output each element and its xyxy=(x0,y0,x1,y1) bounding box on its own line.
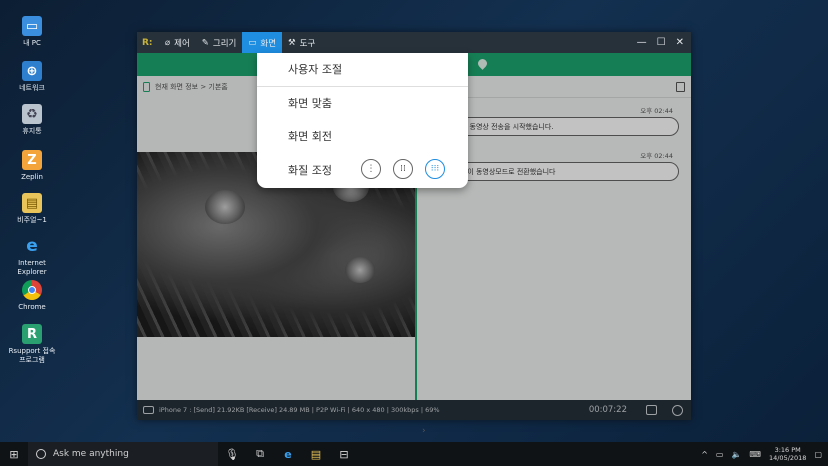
dots-low-icon: ⋮ xyxy=(366,164,376,174)
desktop-icon-folder[interactable]: ▤ 비주얼~1 xyxy=(6,193,58,225)
chat-message: 상담원이 동영상모드로 전환했습니다 xyxy=(437,162,679,181)
system-tray: ^ ▭ 🔈 ⌨ 3:16 PM 14/05/2018 ▢ xyxy=(701,446,828,462)
maximize-icon[interactable]: ☐ xyxy=(657,37,666,48)
desktop-icon-network[interactable]: ⊕ 네트워크 xyxy=(6,61,58,93)
menu-tools-label: 도구 xyxy=(299,38,316,49)
clock[interactable]: 3:16 PM 14/05/2018 xyxy=(769,446,806,462)
status-bar: iPhone 7 : [Send] 21.92KB [Receive] 24.8… xyxy=(137,400,691,420)
engine-cap xyxy=(205,190,245,224)
desktop-icon-chrome[interactable]: Chrome xyxy=(6,280,58,312)
menu-separator xyxy=(257,86,468,87)
close-icon[interactable]: ✕ xyxy=(676,37,684,48)
clock-time: 3:16 PM xyxy=(774,446,801,454)
chrome-icon xyxy=(22,280,42,300)
microphone-icon[interactable]: 🎙 xyxy=(218,442,246,466)
zeplin-icon: Z xyxy=(22,150,42,170)
location-pin-icon[interactable] xyxy=(476,57,489,70)
menu-item-user-adjust[interactable]: 사용자 조절 xyxy=(288,61,342,77)
desktop-icon-label: Rsupport 접속프로그램 xyxy=(8,347,56,364)
desktop-icon-label: 비주얼~1 xyxy=(17,216,47,224)
file-explorer-icon[interactable]: ▤ xyxy=(302,442,330,466)
menu-item-quality: 화질 조정 xyxy=(288,164,332,177)
connection-info: iPhone 7 : [Send] 21.92KB [Receive] 24.8… xyxy=(159,406,440,414)
clock-date: 14/05/2018 xyxy=(768,454,807,462)
desktop-icon-label: Chrome xyxy=(18,303,46,311)
session-timer: 00:07:22 xyxy=(588,405,627,415)
menu-item-rotate-screen[interactable]: 화면 회전 xyxy=(288,128,332,144)
volume-icon[interactable]: 🔈 xyxy=(731,450,741,459)
dots-medium-icon: ⁞⁞ xyxy=(400,164,406,174)
start-button[interactable]: ⊞ xyxy=(0,442,28,466)
desktop-icon-rsupport[interactable]: R Rsupport 접속프로그램 xyxy=(6,324,58,365)
dots-high-icon: ⁝⁝⁝ xyxy=(430,164,440,174)
recycle-bin-icon: ♻ xyxy=(22,104,42,124)
edge-icon[interactable]: e xyxy=(274,442,302,466)
quality-low-button[interactable]: ⋮ xyxy=(361,159,381,179)
desktop-icon-label: Zeplin xyxy=(21,173,43,181)
menu-draw-label: 그리기 xyxy=(212,38,237,49)
network-icon: ⊕ xyxy=(22,61,42,81)
quality-high-button[interactable]: ⁝⁝⁝ xyxy=(425,159,445,179)
desktop-icon-label: Internet Explorer xyxy=(17,259,47,276)
desktop-icon-internet-explorer[interactable]: e Internet Explorer xyxy=(6,236,58,277)
search-placeholder: Ask me anything xyxy=(53,449,129,459)
app-logo-icon: R: xyxy=(142,37,153,48)
menu-control[interactable]: ⌀ 제어 xyxy=(159,32,196,53)
menu-tools[interactable]: ⚒ 도구 xyxy=(282,32,321,53)
desktop-icon-zeplin[interactable]: Z Zeplin xyxy=(6,150,58,182)
chevron-up-icon[interactable]: ^ xyxy=(701,450,708,459)
phone-icon xyxy=(143,82,150,92)
windows-icon: ⊞ xyxy=(9,447,19,461)
rsupport-icon: R xyxy=(22,324,42,344)
pen-icon: ✎ xyxy=(201,37,209,48)
menu-screen-label: 화면 xyxy=(260,38,277,49)
message-time: 오후 02:44 xyxy=(640,107,673,115)
clipboard-icon[interactable] xyxy=(676,82,685,92)
titlebar: R: ⌀ 제어 ✎ 그리기 ▭ 화면 ⚒ 도구 — ☐ ✕ xyxy=(137,32,691,53)
chat-message: 고객이 동영상 전송을 시작했습니다. xyxy=(437,117,679,136)
control-icon: ⌀ xyxy=(165,37,171,48)
menu-control-label: 제어 xyxy=(174,38,190,49)
breadcrumb-text: 현재 화면 정보 > 기본홈 xyxy=(155,83,228,91)
engine-cap xyxy=(345,257,375,283)
chevron-right-icon[interactable]: › xyxy=(422,426,426,436)
keyboard-icon[interactable]: ⌨ xyxy=(749,450,761,459)
device-icon xyxy=(143,406,154,414)
screen-menu-dropdown: 사용자 조절 화면 맞춤 화면 회전 화질 조정 ⋮ ⁞⁞ ⁝⁝⁝ xyxy=(257,53,468,188)
desktop-icon-recycle-bin[interactable]: ♻ 휴지통 xyxy=(6,104,58,136)
desktop-icon-label: 휴지통 xyxy=(22,127,42,135)
search-circle-icon xyxy=(36,449,46,459)
search-box[interactable]: Ask me anything xyxy=(28,442,218,466)
monitor-icon: ▭ xyxy=(248,37,257,48)
record-icon[interactable] xyxy=(672,404,683,416)
task-view-icon[interactable]: ⧉ xyxy=(246,442,274,466)
minimize-icon[interactable]: — xyxy=(637,37,647,48)
message-time: 오후 02:44 xyxy=(640,152,673,160)
camera-icon[interactable] xyxy=(646,405,657,415)
tools-icon: ⚒ xyxy=(288,37,296,48)
folder-icon: ▤ xyxy=(22,193,42,213)
ie-icon: e xyxy=(26,235,38,256)
desktop-icon-label: 내 PC xyxy=(23,39,41,47)
network-tray-icon[interactable]: ▭ xyxy=(716,450,724,459)
desktop-icon-my-pc[interactable]: ▭ 내 PC xyxy=(6,16,58,48)
menu-draw[interactable]: ✎ 그리기 xyxy=(196,32,243,53)
store-icon[interactable]: ⊟ xyxy=(330,442,358,466)
computer-icon: ▭ xyxy=(22,16,42,36)
quality-medium-button[interactable]: ⁞⁞ xyxy=(393,159,413,179)
notification-icon[interactable]: ▢ xyxy=(814,450,822,459)
taskbar: ⊞ Ask me anything 🎙 ⧉ e ▤ ⊟ ^ ▭ 🔈 ⌨ 3:16… xyxy=(0,442,828,466)
desktop-icon-label: 네트워크 xyxy=(19,84,45,92)
menu-screen[interactable]: ▭ 화면 xyxy=(242,32,283,53)
menu-item-fit-screen[interactable]: 화면 맞춤 xyxy=(288,95,332,111)
